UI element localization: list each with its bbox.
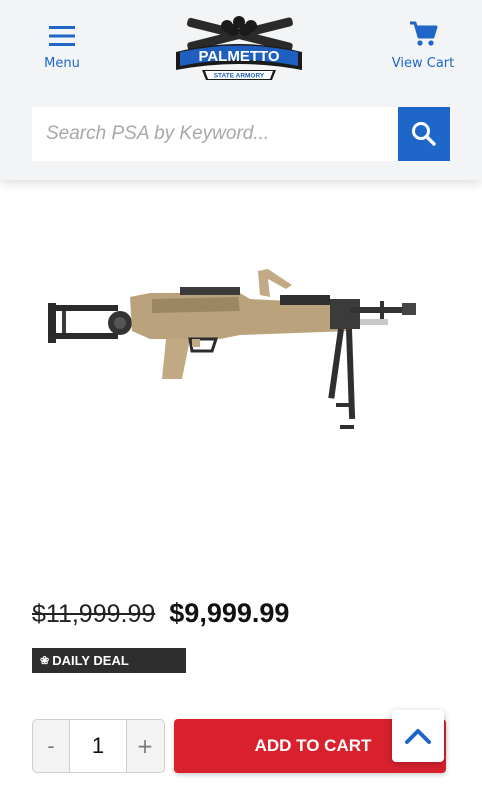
daily-deal-badge: ❀ DAILY DEAL: [32, 648, 186, 673]
hamburger-icon: [49, 26, 75, 46]
search-input[interactable]: [32, 107, 398, 161]
view-cart-button[interactable]: View Cart: [388, 20, 458, 86]
quantity-increment-button[interactable]: +: [127, 720, 163, 772]
scroll-to-top-button[interactable]: [392, 710, 444, 762]
logo-text: PALMETTO: [198, 48, 279, 65]
search-bar: [32, 107, 450, 161]
original-price: $11,999.99: [32, 600, 156, 628]
menu-label: Menu: [44, 56, 80, 71]
daily-deal-label: DAILY DEAL: [52, 653, 129, 668]
chevron-up-icon: [405, 729, 431, 744]
quantity-stepper: - +: [32, 719, 165, 773]
flame-icon: ❀: [40, 655, 50, 667]
quantity-input[interactable]: [69, 719, 127, 773]
machine-gun-product-image[interactable]: [40, 255, 420, 440]
site-logo[interactable]: PALMETTO STATE ARMORY: [172, 14, 306, 86]
search-button[interactable]: [398, 107, 450, 161]
sale-price: $9,999.99: [169, 598, 290, 628]
palmetto-logo: PALMETTO STATE ARMORY: [176, 16, 302, 80]
view-cart-label: View Cart: [391, 56, 455, 71]
site-header: Menu PALMETTO STATE ARMORY View Cart Sea…: [0, 0, 482, 180]
shopping-cart-icon: [410, 21, 438, 46]
search-icon: [412, 122, 436, 146]
menu-button[interactable]: Menu: [30, 20, 94, 86]
quantity-decrement-button[interactable]: -: [33, 720, 69, 772]
product-image-drawing: [48, 269, 416, 429]
price-row: $11,999.99 $9,999.99: [32, 598, 289, 629]
logo-subtext: STATE ARMORY: [214, 73, 265, 80]
